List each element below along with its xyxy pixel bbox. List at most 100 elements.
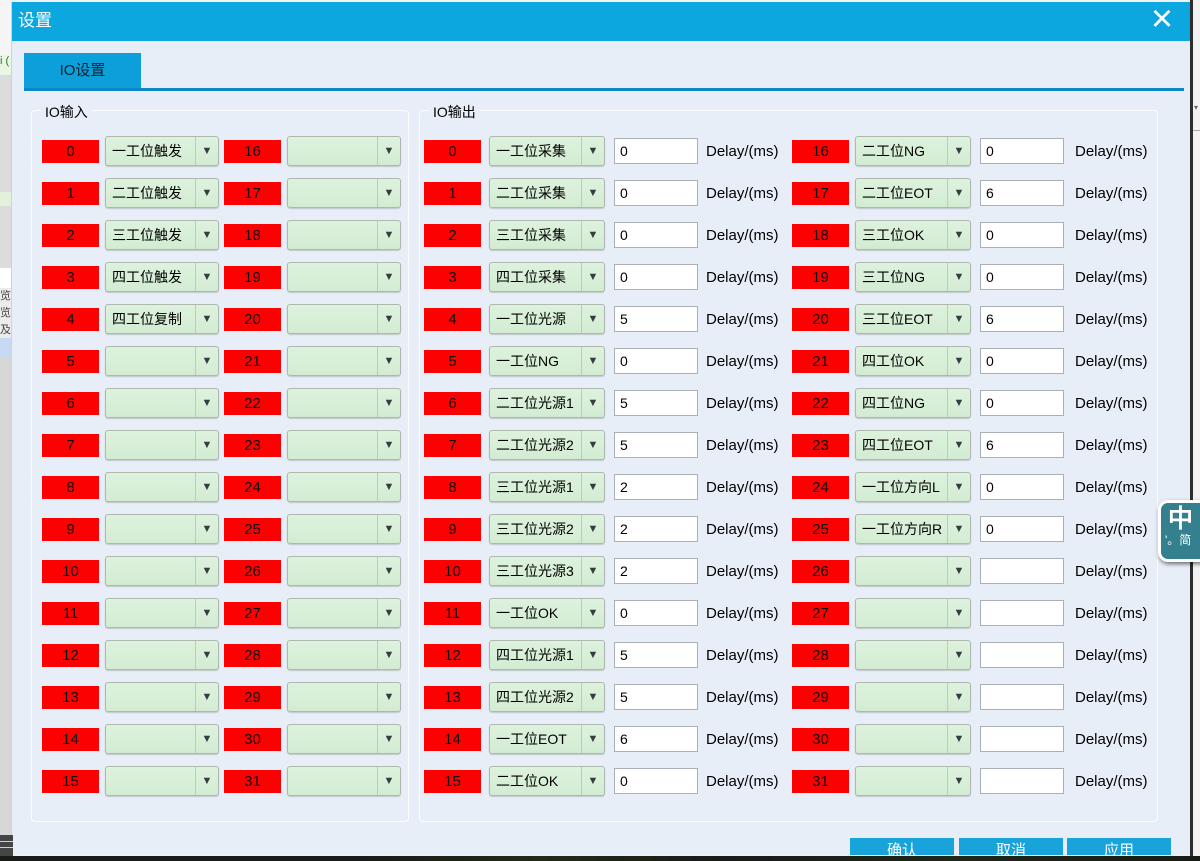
io-input-function-select[interactable]: ▼	[105, 598, 219, 628]
io-output-function-select[interactable]: 三工位OK▼	[855, 220, 971, 250]
io-output-function-select[interactable]: 一工位EOT▼	[489, 724, 605, 754]
delay-input[interactable]	[980, 684, 1064, 710]
io-input-function-select[interactable]: ▼	[105, 346, 219, 376]
delay-input[interactable]	[980, 642, 1064, 668]
io-output-function-select[interactable]: 二工位光源2▼	[489, 430, 605, 460]
io-output-function-select[interactable]: 一工位NG▼	[489, 346, 605, 376]
io-input-function-select[interactable]: ▼	[287, 220, 401, 250]
io-input-function-select[interactable]: ▼	[287, 556, 401, 586]
delay-input[interactable]	[980, 768, 1064, 794]
io-output-function-select[interactable]: ▼	[855, 682, 971, 712]
delay-input[interactable]	[614, 180, 698, 206]
cancel-button[interactable]: 取消	[959, 838, 1063, 855]
io-input-function-select[interactable]: ▼	[105, 766, 219, 796]
delay-input[interactable]	[614, 600, 698, 626]
delay-input[interactable]	[614, 138, 698, 164]
io-input-function-select[interactable]: ▼	[105, 640, 219, 670]
io-input-function-select[interactable]: ▼	[105, 430, 219, 460]
io-input-function-select[interactable]: ▼	[105, 556, 219, 586]
io-output-function-select[interactable]: ▼	[855, 640, 971, 670]
io-output-function-select[interactable]: 三工位NG▼	[855, 262, 971, 292]
io-input-function-select[interactable]: 三工位触发▼	[105, 220, 219, 250]
delay-input[interactable]	[980, 222, 1064, 248]
delay-input[interactable]	[980, 432, 1064, 458]
io-output-function-select[interactable]: ▼	[855, 556, 971, 586]
io-input-function-select[interactable]: ▼	[287, 472, 401, 502]
delay-input[interactable]	[980, 474, 1064, 500]
delay-input[interactable]	[614, 390, 698, 416]
io-output-function-select[interactable]: ▼	[855, 598, 971, 628]
io-output-function-select[interactable]: 三工位光源1▼	[489, 472, 605, 502]
underlying-scrollbar[interactable]: ▾	[1190, 0, 1200, 861]
io-output-function-select[interactable]: 一工位采集▼	[489, 136, 605, 166]
delay-input[interactable]	[614, 642, 698, 668]
close-icon[interactable]: ×	[1145, 2, 1179, 40]
io-input-function-select[interactable]: ▼	[287, 304, 401, 334]
io-input-function-select[interactable]: ▼	[105, 472, 219, 502]
delay-input[interactable]	[614, 726, 698, 752]
delay-input[interactable]	[980, 726, 1064, 752]
io-output-function-select[interactable]: 二工位采集▼	[489, 178, 605, 208]
io-output-function-select[interactable]: 二工位OK▼	[489, 766, 605, 796]
io-input-function-select[interactable]: ▼	[287, 514, 401, 544]
delay-input[interactable]	[980, 558, 1064, 584]
delay-input[interactable]	[614, 306, 698, 332]
delay-input[interactable]	[614, 474, 698, 500]
io-input-function-select[interactable]: ▼	[105, 514, 219, 544]
delay-input[interactable]	[980, 390, 1064, 416]
ime-status-widget[interactable]: 中 '。简	[1158, 500, 1200, 562]
delay-input[interactable]	[614, 516, 698, 542]
io-input-function-select[interactable]: ▼	[287, 388, 401, 418]
io-output-function-select[interactable]: 三工位EOT▼	[855, 304, 971, 334]
delay-input[interactable]	[614, 264, 698, 290]
io-output-function-select[interactable]: 一工位方向R▼	[855, 514, 971, 544]
io-input-function-select[interactable]: ▼	[287, 724, 401, 754]
delay-input[interactable]	[614, 348, 698, 374]
io-input-function-select[interactable]: 二工位触发▼	[105, 178, 219, 208]
io-output-function-select[interactable]: 一工位OK▼	[489, 598, 605, 628]
io-output-function-select[interactable]: 三工位光源2▼	[489, 514, 605, 544]
io-input-function-select[interactable]: ▼	[287, 346, 401, 376]
io-output-function-select[interactable]: 四工位OK▼	[855, 346, 971, 376]
io-output-function-select[interactable]: 四工位NG▼	[855, 388, 971, 418]
delay-input[interactable]	[980, 138, 1064, 164]
io-output-function-select[interactable]: 四工位光源2▼	[489, 682, 605, 712]
io-input-function-select[interactable]: ▼	[105, 682, 219, 712]
io-output-function-select[interactable]: 四工位光源1▼	[489, 640, 605, 670]
io-input-function-select[interactable]: 一工位触发▼	[105, 136, 219, 166]
io-input-function-select[interactable]: ▼	[287, 430, 401, 460]
io-output-function-select[interactable]: 三工位采集▼	[489, 220, 605, 250]
io-input-function-select[interactable]: 四工位触发▼	[105, 262, 219, 292]
io-input-function-select[interactable]: ▼	[287, 136, 401, 166]
io-input-function-select[interactable]: ▼	[287, 598, 401, 628]
scroll-up-icon[interactable]: ▾	[1194, 103, 1198, 112]
io-input-function-select[interactable]: ▼	[105, 724, 219, 754]
tab-io-settings[interactable]: IO设置	[24, 53, 141, 88]
io-input-function-select[interactable]: ▼	[287, 640, 401, 670]
delay-input[interactable]	[980, 600, 1064, 626]
io-input-function-select[interactable]: 四工位复制▼	[105, 304, 219, 334]
io-output-function-select[interactable]: 三工位光源3▼	[489, 556, 605, 586]
delay-input[interactable]	[614, 432, 698, 458]
io-input-function-select[interactable]: ▼	[287, 262, 401, 292]
io-output-function-select[interactable]: 一工位方向L▼	[855, 472, 971, 502]
io-output-function-select[interactable]: 二工位光源1▼	[489, 388, 605, 418]
delay-input[interactable]	[980, 348, 1064, 374]
io-input-function-select[interactable]: ▼	[287, 766, 401, 796]
io-output-function-select[interactable]: ▼	[855, 766, 971, 796]
io-output-function-select[interactable]: 四工位EOT▼	[855, 430, 971, 460]
io-input-function-select[interactable]: ▼	[287, 178, 401, 208]
delay-input[interactable]	[614, 768, 698, 794]
delay-input[interactable]	[980, 264, 1064, 290]
delay-input[interactable]	[614, 222, 698, 248]
io-output-function-select[interactable]: ▼	[855, 724, 971, 754]
delay-input[interactable]	[980, 180, 1064, 206]
io-output-function-select[interactable]: 二工位EOT▼	[855, 178, 971, 208]
io-output-function-select[interactable]: 四工位采集▼	[489, 262, 605, 292]
io-output-function-select[interactable]: 一工位光源▼	[489, 304, 605, 334]
delay-input[interactable]	[980, 306, 1064, 332]
delay-input[interactable]	[980, 516, 1064, 542]
delay-input[interactable]	[614, 558, 698, 584]
io-output-function-select[interactable]: 二工位NG▼	[855, 136, 971, 166]
confirm-button[interactable]: 确认	[850, 838, 954, 855]
